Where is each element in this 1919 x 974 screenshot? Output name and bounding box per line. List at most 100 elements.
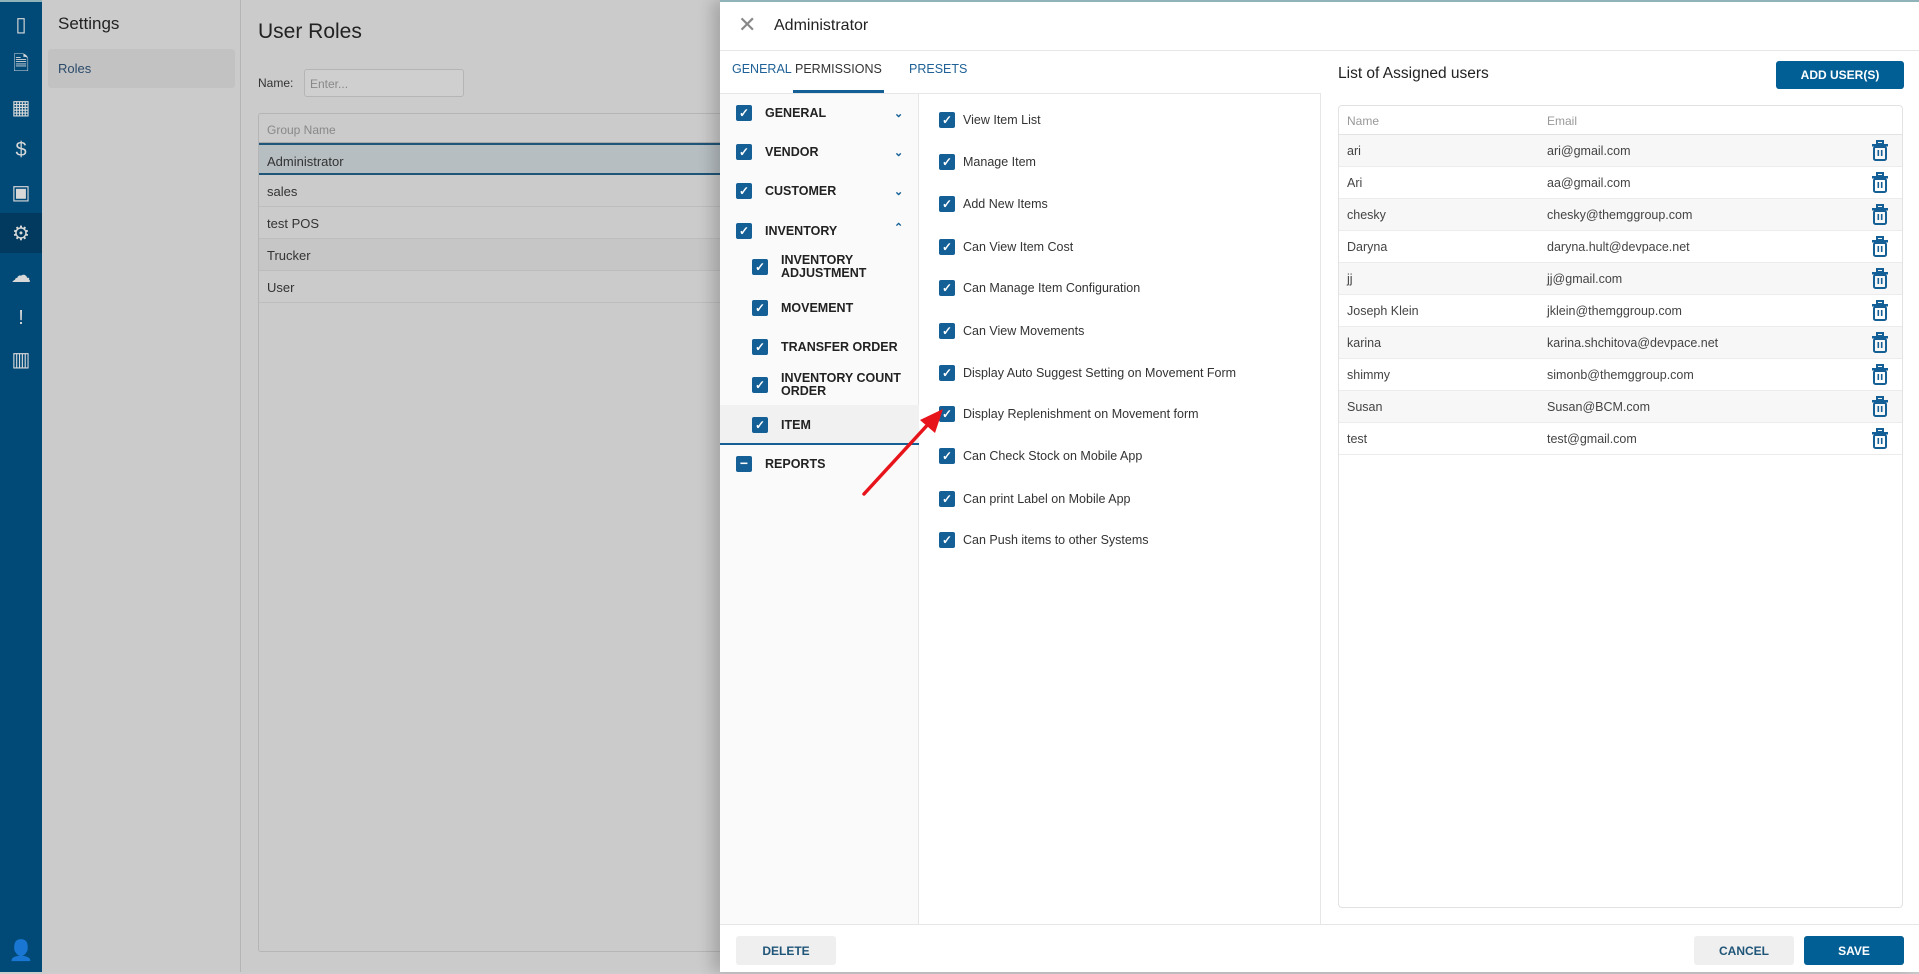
checkbox[interactable]: ✓ [939,196,955,212]
trash-icon[interactable] [1872,428,1888,449]
user-name: jj [1347,272,1353,286]
column-header-email[interactable]: Email [1547,114,1577,128]
close-icon[interactable]: ✕ [738,12,756,38]
checkbox-transfer-order[interactable]: ✓ [752,339,768,355]
user-email: daryna.hult@devpace.net [1547,240,1690,254]
chevron-down-icon[interactable]: ⌄ [894,107,903,120]
trash-icon[interactable] [1872,364,1888,385]
checkbox-inventory-count-order[interactable]: ✓ [752,377,768,393]
tab-general[interactable]: GENERAL [732,62,792,93]
table-row[interactable]: test test@gmail.com [1339,423,1902,455]
book-icon[interactable]: ▯ [0,4,42,44]
table-row[interactable]: Susan Susan@BCM.com [1339,391,1902,423]
table-header: Name Email [1339,106,1902,135]
user-name: Daryna [1347,240,1388,254]
calendar-icon[interactable]: ▣ [0,172,42,212]
group-reports[interactable]: REPORTS [765,458,825,471]
settings-item-roles[interactable]: Roles [48,49,235,88]
checkbox[interactable]: ✓ [939,532,955,548]
save-button[interactable]: SAVE [1804,936,1904,965]
chevron-down-icon[interactable]: ⌄ [894,146,903,159]
subgroup-transfer-order[interactable]: TRANSFER ORDER [781,341,898,354]
user-name: test [1347,432,1368,446]
annotation-arrow [862,409,943,496]
tab-permissions[interactable]: PERMISSIONS [793,62,884,93]
table-row[interactable]: shimmy simonb@themggroup.com [1339,359,1902,391]
checkbox[interactable]: ✓ [939,154,955,170]
checkbox-movement[interactable]: ✓ [752,300,768,316]
tab-presets[interactable]: PRESETS [909,62,967,93]
table-row[interactable]: Daryna daryna.hult@devpace.net [1339,231,1902,263]
drawer-header: ✕ Administrator [720,2,1919,51]
checkbox[interactable]: ✓ [939,365,955,381]
table-row[interactable]: chesky chesky@themggroup.com [1339,199,1902,231]
subgroup-inventory-adjustment[interactable]: INVENTORY ADJUSTMENT [781,254,901,280]
dollar-icon[interactable]: $ [0,130,42,170]
table-row[interactable]: Ari aa@gmail.com [1339,167,1902,199]
user-icon[interactable]: 👤 [0,930,42,970]
user-email: jj@gmail.com [1547,272,1623,286]
checkbox-inventory-adjustment[interactable]: ✓ [752,259,768,275]
table-row[interactable]: karina karina.shchitova@devpace.net [1339,327,1902,359]
trash-icon[interactable] [1872,268,1888,289]
checkbox-customer[interactable]: ✓ [736,183,752,199]
checkbox-item[interactable]: ✓ [752,417,768,433]
add-users-button[interactable]: ADD USER(S) [1776,61,1904,89]
delete-button[interactable]: DELETE [736,936,836,965]
name-label: Name: [258,76,294,90]
checkbox-inventory[interactable]: ✓ [736,223,752,239]
tab-bar: GENERAL PERMISSIONS PRESETS [720,51,1320,93]
checkbox-reports-indeterminate[interactable]: − [736,456,752,472]
subgroup-inventory-count-order[interactable]: INVENTORY COUNT ORDER [781,372,911,398]
checkbox-vendor[interactable]: ✓ [736,144,752,160]
group-customer[interactable]: CUSTOMER [765,185,836,198]
checkbox[interactable]: ✓ [939,112,955,128]
permission-label: Add New Items [963,197,1048,211]
trash-icon[interactable] [1872,300,1888,321]
permission-label: Can Check Stock on Mobile App [963,449,1143,463]
user-roles-page: User Roles Name: Enter... Group Name Adm… [241,0,728,972]
user-email: chesky@themggroup.com [1547,208,1693,222]
cancel-button[interactable]: CANCEL [1694,936,1794,965]
gear-icon[interactable]: ⚙ [0,213,42,253]
table-row[interactable]: test POS [259,207,727,239]
trash-icon[interactable] [1872,396,1888,417]
table-row[interactable]: User [259,271,727,303]
group-vendor[interactable]: VENDOR [765,146,818,159]
table-row[interactable]: sales [259,175,727,207]
checkbox[interactable]: ✓ [939,239,955,255]
grid-icon[interactable]: ▦ [0,87,42,127]
chart-icon[interactable]: ▥ [0,339,42,379]
settings-title: Settings [58,14,120,33]
permission-label: Can print Label on Mobile App [963,492,1131,506]
trash-icon[interactable] [1872,140,1888,161]
table-row[interactable]: Administrator [259,143,727,175]
cloud-download-icon[interactable]: ☁ [0,255,42,295]
checkbox[interactable]: ✓ [939,280,955,296]
user-name: chesky [1347,208,1386,222]
app-sidebar: ▯ 🗎 ▦ $ ▣ ⚙ ☁ ! ▥ 👤 [0,0,42,972]
trash-icon[interactable] [1872,204,1888,225]
table-row[interactable]: ari ari@gmail.com [1339,135,1902,167]
permission-label: Display Auto Suggest Setting on Movement… [963,366,1237,380]
table-row[interactable]: Joseph Klein jklein@themggroup.com [1339,295,1902,327]
trash-icon[interactable] [1872,332,1888,353]
group-inventory[interactable]: INVENTORY [765,225,837,238]
trash-icon[interactable] [1872,172,1888,193]
table-row[interactable]: Trucker [259,239,727,271]
name-filter-input[interactable]: Enter... [304,69,464,97]
table-row[interactable]: jj jj@gmail.com [1339,263,1902,295]
chevron-up-icon[interactable]: ⌃ [894,221,903,234]
trash-icon[interactable] [1872,236,1888,257]
column-header-group-name[interactable]: Group Name [259,114,727,143]
document-icon[interactable]: 🗎 [0,46,42,86]
alert-file-icon[interactable]: ! [0,298,42,338]
subgroup-movement[interactable]: MOVEMENT [781,302,853,315]
permission-label: Can Push items to other Systems [963,533,1149,547]
group-general[interactable]: GENERAL [765,107,826,120]
column-header-name[interactable]: Name [1347,114,1379,128]
subgroup-item[interactable]: ITEM [781,419,811,432]
checkbox-general[interactable]: ✓ [736,105,752,121]
chevron-down-icon[interactable]: ⌄ [894,185,903,198]
checkbox[interactable]: ✓ [939,323,955,339]
